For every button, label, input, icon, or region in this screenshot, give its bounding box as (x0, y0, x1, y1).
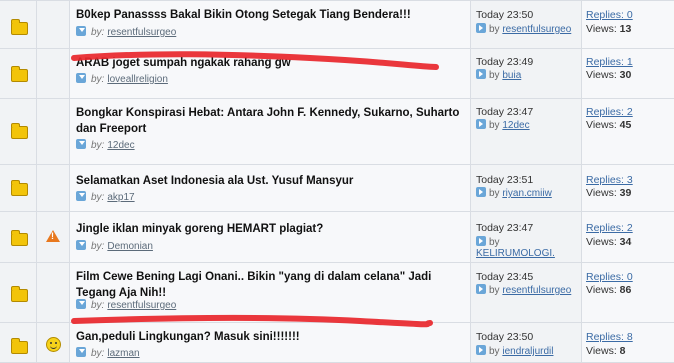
thread-starter: by: 12dec (76, 139, 135, 151)
last-post-time: Today 23:49 (476, 56, 534, 68)
goto-last-post-icon[interactable] (476, 284, 486, 294)
thread-title-link[interactable]: Gan,peduli Lingkungan? Masuk sini!!!!!!! (76, 329, 461, 345)
thread-title-link[interactable]: Bongkar Konspirasi Hebat: Antara John F.… (76, 105, 461, 137)
thread-options-icon[interactable] (76, 26, 86, 36)
goto-last-post-icon[interactable] (476, 119, 486, 129)
goto-last-post-icon[interactable] (476, 187, 486, 197)
thread-options-icon[interactable] (76, 139, 86, 149)
views-count: Views: 86 (586, 284, 632, 296)
thread-options-icon[interactable] (76, 191, 86, 201)
goto-last-post-icon[interactable] (476, 236, 486, 246)
last-poster-link[interactable]: resentfulsurgeo (502, 24, 571, 35)
last-poster-link[interactable]: iendraljurdil (502, 346, 553, 357)
last-post-time: Today 23:50 (476, 9, 534, 21)
thread-starter: by: Demonian (76, 240, 153, 252)
replies-link[interactable]: Replies: 2 (586, 222, 633, 234)
last-post-by: by iendraljurdil (476, 345, 553, 357)
warning-icon: ! (46, 230, 60, 242)
thread-title-link[interactable]: ARAB joget sumpah ngakak rahang gw (76, 55, 461, 71)
views-count: Views: 8 (586, 345, 626, 357)
replies-link[interactable]: Replies: 0 (586, 271, 633, 283)
views-count: Views: 30 (586, 69, 632, 81)
author-link[interactable]: resentfulsurgeo (107, 300, 176, 311)
last-poster-link[interactable]: KELIRUMOLOGI. (476, 248, 555, 259)
last-poster-link[interactable]: 12dec (502, 120, 529, 131)
author-link[interactable]: loveallreligion (107, 74, 168, 85)
replies-link[interactable]: Replies: 1 (586, 56, 633, 68)
smile-icon (46, 337, 61, 352)
replies-link[interactable]: Replies: 2 (586, 106, 633, 118)
last-post-time: Today 23:51 (476, 174, 534, 186)
last-post-by: by riyan.cmiiw (476, 187, 552, 199)
thread-options-icon[interactable] (76, 73, 86, 83)
thread-starter: by: resentfulsurgeo (76, 26, 176, 38)
folder-icon (11, 66, 28, 82)
last-post-time: Today 23:47 (476, 106, 534, 118)
thread-title-link[interactable]: Selamatkan Aset Indonesia ala Ust. Yusuf… (76, 173, 461, 189)
folder-icon (11, 286, 28, 302)
thread-row: Selamatkan Aset Indonesia ala Ust. Yusuf… (0, 165, 674, 212)
thread-row: Film Cewe Bening Lagi Onani.. Bikin "yan… (0, 263, 674, 323)
last-post-by: by KELIRUMOLOGI. (476, 236, 555, 259)
thread-options-icon[interactable] (76, 347, 86, 357)
author-link[interactable]: resentfulsurgeo (107, 27, 176, 38)
views-count: Views: 13 (586, 23, 632, 35)
thread-row: B0kep Panassss Bakal Bikin Otong Setegak… (0, 0, 674, 49)
folder-icon (11, 180, 28, 196)
last-post-by: by buia (476, 69, 521, 81)
thread-row: Bongkar Konspirasi Hebat: Antara John F.… (0, 99, 674, 165)
goto-last-post-icon[interactable] (476, 23, 486, 33)
last-poster-link[interactable]: riyan.cmiiw (502, 188, 551, 199)
thread-row: ARAB joget sumpah ngakak rahang gw by: lo… (0, 49, 674, 99)
author-link[interactable]: 12dec (107, 140, 134, 151)
thread-starter: by: lazman (76, 347, 140, 359)
thread-starter: by: resentfulsurgeo (76, 299, 176, 311)
folder-icon (11, 19, 28, 35)
thread-row: Gan,peduli Lingkungan? Masuk sini!!!!!!!… (0, 323, 674, 363)
replies-link[interactable]: Replies: 3 (586, 174, 633, 186)
replies-link[interactable]: Replies: 0 (586, 9, 633, 21)
thread-title-link[interactable]: B0kep Panassss Bakal Bikin Otong Setegak… (76, 7, 461, 23)
last-post-time: Today 23:50 (476, 331, 534, 343)
last-post-time: Today 23:45 (476, 271, 534, 283)
last-poster-link[interactable]: resentfulsurgeo (502, 285, 571, 296)
last-post-by: by resentfulsurgeo (476, 284, 571, 296)
folder-icon (11, 338, 28, 354)
author-link[interactable]: Demonian (107, 241, 153, 252)
thread-options-icon[interactable] (76, 299, 86, 309)
thread-row: ! Jingle iklan minyak goreng HEMART plag… (0, 212, 674, 263)
thread-starter: by: akp17 (76, 191, 135, 203)
folder-icon (11, 230, 28, 246)
views-count: Views: 34 (586, 236, 632, 248)
author-link[interactable]: akp17 (107, 192, 134, 203)
views-count: Views: 45 (586, 119, 632, 131)
thread-options-icon[interactable] (76, 240, 86, 250)
thread-title-link[interactable]: Jingle iklan minyak goreng HEMART plagia… (76, 221, 461, 237)
goto-last-post-icon[interactable] (476, 69, 486, 79)
views-count: Views: 39 (586, 187, 632, 199)
thread-title-link[interactable]: Film Cewe Bening Lagi Onani.. Bikin "yan… (76, 269, 461, 301)
last-poster-link[interactable]: buia (502, 70, 521, 81)
last-post-by: by resentfulsurgeo (476, 23, 571, 35)
folder-icon (11, 123, 28, 139)
last-post-by: by 12dec (476, 119, 530, 131)
replies-link[interactable]: Replies: 8 (586, 331, 633, 343)
thread-starter: by: loveallreligion (76, 73, 168, 85)
thread-list: B0kep Panassss Bakal Bikin Otong Setegak… (0, 0, 674, 363)
last-post-time: Today 23:47 (476, 222, 534, 234)
